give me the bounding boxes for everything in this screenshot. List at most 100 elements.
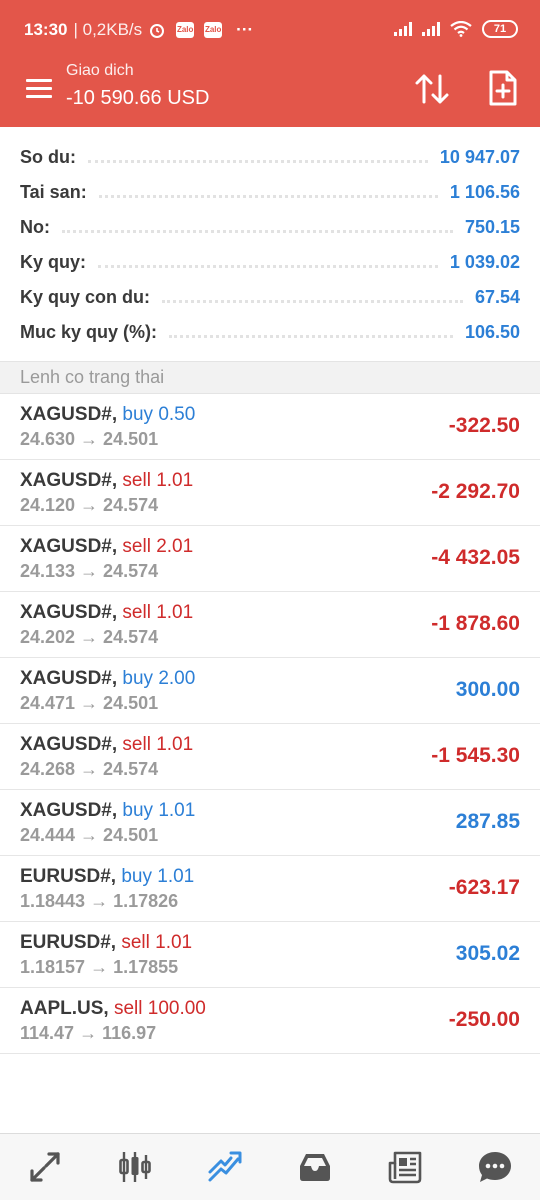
zalo-icon: Zalo	[176, 22, 195, 38]
nav-quotes[interactable]	[0, 1134, 90, 1200]
equity-value: 1 106.56	[449, 182, 520, 202]
position-prices: 24.120 → 24.574	[20, 495, 159, 515]
position-title: EURUSD#, buy 1.01	[20, 866, 194, 888]
nav-chat[interactable]	[450, 1134, 540, 1200]
position-row[interactable]: EURUSD#, buy 1.01 1.18443 → 1.17826 -623…	[0, 856, 540, 922]
alarm-icon	[150, 24, 165, 38]
position-direction: sell 1.01	[122, 734, 194, 755]
position-title: AAPL.US, sell 100.00	[20, 998, 206, 1020]
app-header: 13:30 | 0,2KB/s Zalo Zalo ··· 71 Giao di…	[0, 0, 540, 127]
position-prices: 24.471 → 24.501	[20, 693, 159, 713]
chart-icon	[119, 1152, 151, 1182]
position-profit: -322.50	[448, 414, 520, 437]
position-prices: 24.202 → 24.574	[20, 627, 159, 647]
margin-level-value: 106.50	[464, 322, 520, 342]
new-order-icon[interactable]	[488, 70, 518, 106]
status-left: 13:30 | 0,2KB/s Zalo Zalo ···	[24, 20, 253, 40]
position-symbol: EURUSD#,	[20, 932, 117, 953]
signal-icon	[422, 22, 440, 36]
nav-chart[interactable]	[90, 1134, 180, 1200]
position-direction: buy 1.01	[121, 866, 195, 887]
free-margin-value: 67.54	[474, 287, 520, 307]
summary-row: Tai san: 1 106.56	[0, 175, 540, 210]
header-title-block: Giao dich -10 590.66 USD	[66, 62, 209, 110]
position-profit: 287.85	[455, 810, 520, 833]
position-title: XAGUSD#, sell 2.01	[20, 536, 193, 558]
summary-row: So du: 10 947.07	[0, 140, 540, 175]
position-row[interactable]: XAGUSD#, sell 1.01 24.120 → 24.574 -2 29…	[0, 460, 540, 526]
free-margin-label: Ky quy con du:	[20, 287, 150, 307]
position-symbol: XAGUSD#,	[20, 470, 118, 491]
status-time: 13:30	[24, 20, 68, 39]
sort-icon[interactable]	[414, 72, 450, 106]
position-profit: -250.00	[448, 1008, 520, 1031]
position-row[interactable]: XAGUSD#, sell 2.01 24.133 → 24.574 -4 43…	[0, 526, 540, 592]
summary-row: Ky quy: 1 039.02	[0, 245, 540, 280]
position-symbol: EURUSD#,	[20, 866, 117, 887]
summary-row: Ky quy con du: 67.54	[0, 280, 540, 315]
news-icon	[388, 1151, 422, 1184]
position-profit: -1 878.60	[431, 612, 520, 635]
position-symbol: XAGUSD#,	[20, 800, 118, 821]
margin-level-label: Muc ky quy (%):	[20, 322, 158, 342]
position-title: XAGUSD#, buy 1.01	[20, 800, 195, 822]
position-direction: sell 1.01	[121, 932, 193, 953]
position-title: XAGUSD#, buy 0.50	[20, 404, 195, 426]
position-profit: -623.17	[448, 876, 520, 899]
signal-icon	[394, 22, 412, 36]
dotted-leader	[98, 265, 438, 268]
position-prices: 24.268 → 24.574	[20, 759, 159, 779]
dotted-leader	[88, 160, 428, 163]
position-row[interactable]: AAPL.US, sell 100.00 114.47 → 116.97 -25…	[0, 988, 540, 1054]
history-icon	[300, 1154, 330, 1181]
quotes-icon	[30, 1152, 60, 1182]
position-direction: sell 1.01	[122, 602, 194, 623]
position-title: EURUSD#, sell 1.01	[20, 932, 192, 954]
margin-label: Ky quy:	[20, 252, 87, 272]
total-profit: -10 590.66 USD	[66, 87, 210, 109]
position-title: XAGUSD#, sell 1.01	[20, 470, 193, 492]
summary-row: No: 750.15	[0, 210, 540, 245]
position-row[interactable]: XAGUSD#, buy 1.01 24.444 → 24.501 287.85	[0, 790, 540, 856]
page-title: Giao dich	[66, 62, 134, 79]
position-prices: 24.133 → 24.574	[20, 561, 159, 581]
status-right: 71	[394, 20, 518, 38]
position-direction: sell 100.00	[113, 998, 206, 1019]
positions-list: XAGUSD#, buy 0.50 24.630 → 24.501 -322.5…	[0, 394, 540, 1054]
dotted-leader	[162, 300, 463, 303]
account-summary: So du: 10 947.07 Tai san: 1 106.56 No: 7…	[0, 140, 540, 350]
position-direction: buy 2.00	[122, 668, 196, 689]
dotted-leader	[62, 230, 453, 233]
battery-icon: 71	[482, 20, 518, 38]
balance-value: 10 947.07	[439, 147, 520, 167]
position-symbol: AAPL.US,	[20, 998, 109, 1019]
position-direction: sell 2.01	[122, 536, 194, 557]
menu-icon[interactable]	[26, 79, 52, 99]
nav-history[interactable]	[270, 1134, 360, 1200]
dotted-leader	[169, 335, 453, 338]
position-row[interactable]: XAGUSD#, sell 1.01 24.202 → 24.574 -1 87…	[0, 592, 540, 658]
position-row[interactable]: XAGUSD#, buy 0.50 24.630 → 24.501 -322.5…	[0, 394, 540, 460]
bottom-nav	[0, 1133, 540, 1200]
position-symbol: XAGUSD#,	[20, 734, 118, 755]
position-prices: 24.630 → 24.501	[20, 429, 159, 449]
position-profit: -2 292.70	[431, 480, 520, 503]
nav-news[interactable]	[360, 1134, 450, 1200]
position-row[interactable]: XAGUSD#, sell 1.01 24.268 → 24.574 -1 54…	[0, 724, 540, 790]
credit-value: 750.15	[464, 217, 520, 237]
positions-section-header: Lenh co trang thai	[0, 361, 540, 394]
equity-label: Tai san:	[20, 182, 87, 202]
credit-label: No:	[20, 217, 50, 237]
position-row[interactable]: XAGUSD#, buy 2.00 24.471 → 24.501 300.00	[0, 658, 540, 724]
position-prices: 24.444 → 24.501	[20, 825, 159, 845]
position-symbol: XAGUSD#,	[20, 668, 118, 689]
position-direction: buy 0.50	[122, 404, 196, 425]
position-profit: -4 432.05	[431, 546, 520, 569]
position-row[interactable]: EURUSD#, sell 1.01 1.18157 → 1.17855 305…	[0, 922, 540, 988]
position-profit: 300.00	[455, 678, 520, 701]
zalo-icon: Zalo	[204, 22, 223, 38]
position-prices: 114.47 → 116.97	[20, 1023, 157, 1043]
position-symbol: XAGUSD#,	[20, 404, 118, 425]
nav-trade[interactable]	[180, 1134, 270, 1200]
position-title: XAGUSD#, sell 1.01	[20, 602, 193, 624]
